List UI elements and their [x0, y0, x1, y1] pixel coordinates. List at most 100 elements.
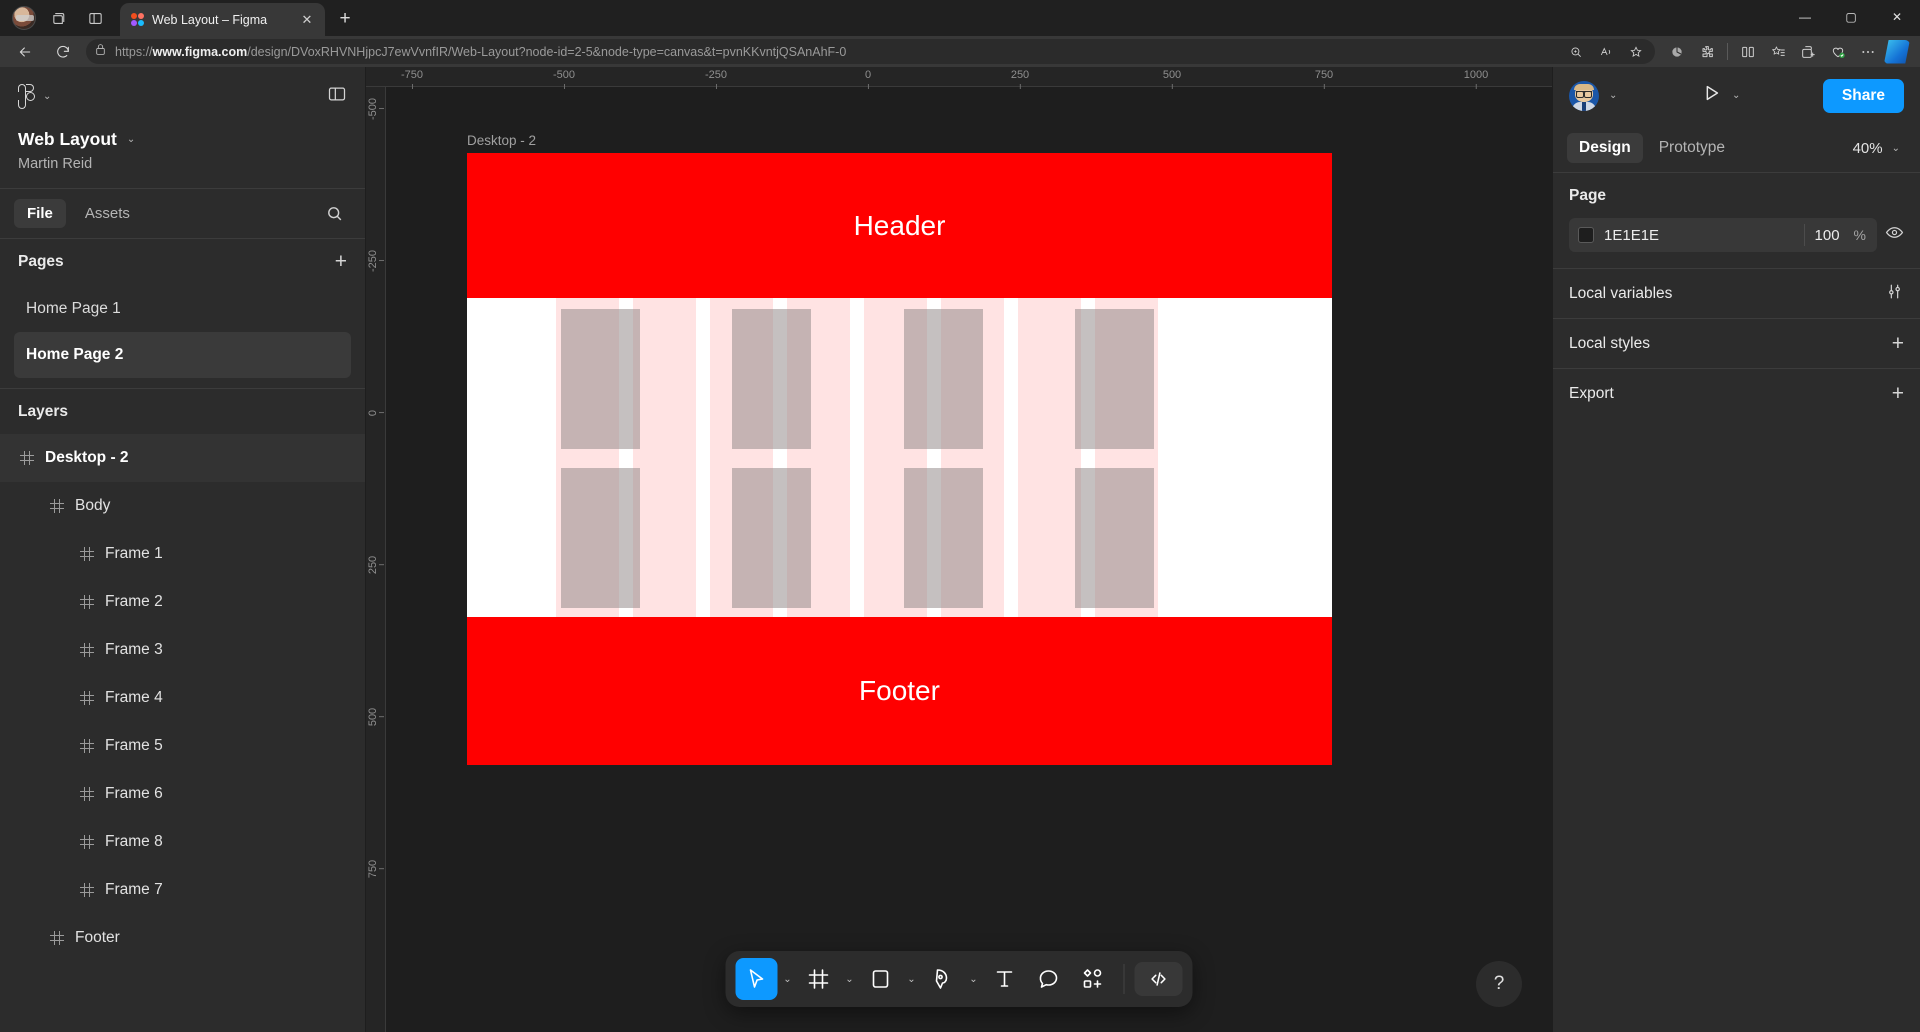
add-local-style-plus-icon[interactable]: + [1892, 333, 1904, 354]
user-avatar[interactable] [1569, 80, 1599, 111]
read-aloud-icon[interactable] [1595, 41, 1617, 63]
collaborators-chevron-down-icon[interactable]: ⌄ [1609, 90, 1617, 101]
window-maximize-button[interactable]: ▢ [1828, 0, 1874, 34]
artboard-desktop-2[interactable]: Header Footer [467, 153, 1332, 765]
comment-tool-button[interactable] [1028, 958, 1070, 1000]
page-item-home-page-1[interactable]: Home Page 1 [14, 286, 351, 332]
layer-row[interactable]: Frame 2 [0, 578, 365, 626]
horizontal-ruler: -750 -500 -250 0 250 500 750 1000 [366, 67, 1552, 89]
favorites-list-icon[interactable] [1764, 39, 1792, 65]
body-cell[interactable] [1075, 468, 1154, 608]
body-cell[interactable] [904, 309, 983, 449]
new-tab-button[interactable]: + [331, 5, 359, 33]
browser-health-icon[interactable] [1824, 39, 1852, 65]
layer-row[interactable]: Desktop - 2 [0, 434, 365, 482]
frame-tool-button[interactable] [798, 958, 840, 1000]
artboard-header-frame[interactable]: Header [467, 153, 1332, 298]
file-title-row[interactable]: Web Layout ⌄ [18, 129, 347, 150]
tab-close-icon[interactable]: ✕ [297, 10, 317, 30]
zoom-level-control[interactable]: 40% ⌄ [1853, 140, 1906, 157]
reload-button[interactable] [48, 39, 78, 65]
text-tool-button[interactable] [984, 958, 1026, 1000]
toggle-sidebar-icon[interactable] [327, 84, 347, 109]
visibility-eye-icon[interactable] [1885, 223, 1904, 247]
ruler-tick: -500 [552, 69, 576, 89]
layer-row[interactable]: Frame 6 [0, 770, 365, 818]
layer-row[interactable]: Footer [0, 914, 365, 962]
split-screen-icon[interactable] [82, 5, 108, 31]
layer-row[interactable]: Frame 8 [0, 818, 365, 866]
body-cell[interactable] [561, 309, 640, 449]
move-tool-chevron-down-icon[interactable]: ⌄ [780, 959, 796, 999]
body-cell[interactable] [1075, 309, 1154, 449]
body-cell[interactable] [904, 468, 983, 608]
layer-row[interactable]: Frame 4 [0, 674, 365, 722]
add-export-plus-icon[interactable]: + [1892, 383, 1904, 404]
zoom-in-icon[interactable] [1565, 41, 1587, 63]
favorite-star-icon[interactable] [1625, 41, 1647, 63]
export-row[interactable]: Export + [1553, 368, 1920, 418]
page-item-home-page-2[interactable]: Home Page 2 [14, 332, 351, 378]
layer-row[interactable]: Frame 7 [0, 866, 365, 914]
present-options-chevron-down-icon[interactable]: ⌄ [1732, 90, 1740, 101]
pen-tool-chevron-down-icon[interactable]: ⌄ [966, 959, 982, 999]
dev-mode-button[interactable] [1134, 962, 1183, 996]
browser-essentials-icon[interactable] [1663, 39, 1691, 65]
split-window-icon[interactable] [1734, 39, 1762, 65]
present-button[interactable] [1700, 82, 1722, 109]
extensions-puzzle-icon[interactable] [1693, 39, 1721, 65]
window-close-button[interactable]: ✕ [1874, 0, 1920, 34]
collections-add-icon[interactable] [1794, 39, 1822, 65]
shape-tool-button[interactable] [860, 958, 902, 1000]
browser-tab-bar: Web Layout – Figma ✕ + — ▢ ✕ [0, 0, 1920, 36]
pen-tool-button[interactable] [922, 958, 964, 1000]
share-button[interactable]: Share [1822, 78, 1904, 113]
layer-row[interactable]: Frame 5 [0, 722, 365, 770]
frame-tool-chevron-down-icon[interactable]: ⌄ [842, 959, 858, 999]
address-bar[interactable]: https://www.figma.com/design/DVoxRHVNHjp… [86, 39, 1655, 64]
color-swatch[interactable] [1578, 227, 1594, 243]
browser-tab-active[interactable]: Web Layout – Figma ✕ [120, 3, 325, 36]
add-page-button[interactable]: + [335, 251, 347, 272]
artboard-label[interactable]: Desktop - 2 [467, 133, 536, 148]
browser-profile-avatar[interactable] [12, 6, 36, 30]
sidebar-tabs: File Assets [0, 188, 365, 238]
page-fill-opacity-value[interactable]: 100 [1815, 227, 1840, 244]
frame-icon [80, 547, 94, 561]
design-canvas[interactable]: -750 -500 -250 0 250 500 750 1000 -500 -250 0 250 5… [366, 67, 1552, 1032]
back-button[interactable] [10, 39, 40, 65]
layer-row[interactable]: Frame 1 [0, 530, 365, 578]
search-icon[interactable] [317, 199, 351, 229]
layer-row[interactable]: Frame 3 [0, 626, 365, 674]
more-options-icon[interactable] [1854, 39, 1882, 65]
layer-label: Frame 2 [105, 593, 163, 610]
zoom-level-value: 40% [1852, 139, 1883, 157]
local-variables-row[interactable]: Local variables [1553, 268, 1920, 318]
grid-column [1018, 298, 1081, 617]
tab-file[interactable]: File [14, 199, 66, 228]
tab-design[interactable]: Design [1567, 133, 1643, 163]
layer-label: Frame 4 [105, 689, 163, 706]
help-button[interactable]: ? [1476, 961, 1522, 1007]
tab-assets[interactable]: Assets [72, 199, 143, 228]
window-minimize-button[interactable]: — [1782, 0, 1828, 34]
page-fill-field[interactable]: 1E1E1E 100 % [1569, 218, 1877, 252]
artboard-footer-frame[interactable]: Footer [467, 617, 1332, 765]
layer-row[interactable]: Body [0, 482, 365, 530]
layer-label: Desktop - 2 [45, 449, 129, 466]
body-cell[interactable] [732, 309, 811, 449]
tab-prototype[interactable]: Prototype [1647, 133, 1737, 163]
vertical-ruler: -500 -250 0 250 500 750 [366, 87, 386, 1032]
body-cell[interactable] [561, 468, 640, 608]
artboard-body-frame[interactable] [467, 298, 1332, 617]
copilot-icon[interactable] [1884, 39, 1910, 64]
tab-collections-icon[interactable] [46, 5, 72, 31]
move-tool-button[interactable] [735, 958, 778, 1000]
sliders-icon[interactable] [1885, 282, 1904, 306]
figma-home-menu[interactable]: ⌄ [18, 83, 51, 109]
page-fill-hex-value[interactable]: 1E1E1E [1604, 227, 1794, 244]
local-styles-row[interactable]: Local styles + [1553, 318, 1920, 368]
actions-tool-button[interactable] [1072, 958, 1114, 1000]
shape-tool-chevron-down-icon[interactable]: ⌄ [904, 959, 920, 999]
body-cell[interactable] [732, 468, 811, 608]
